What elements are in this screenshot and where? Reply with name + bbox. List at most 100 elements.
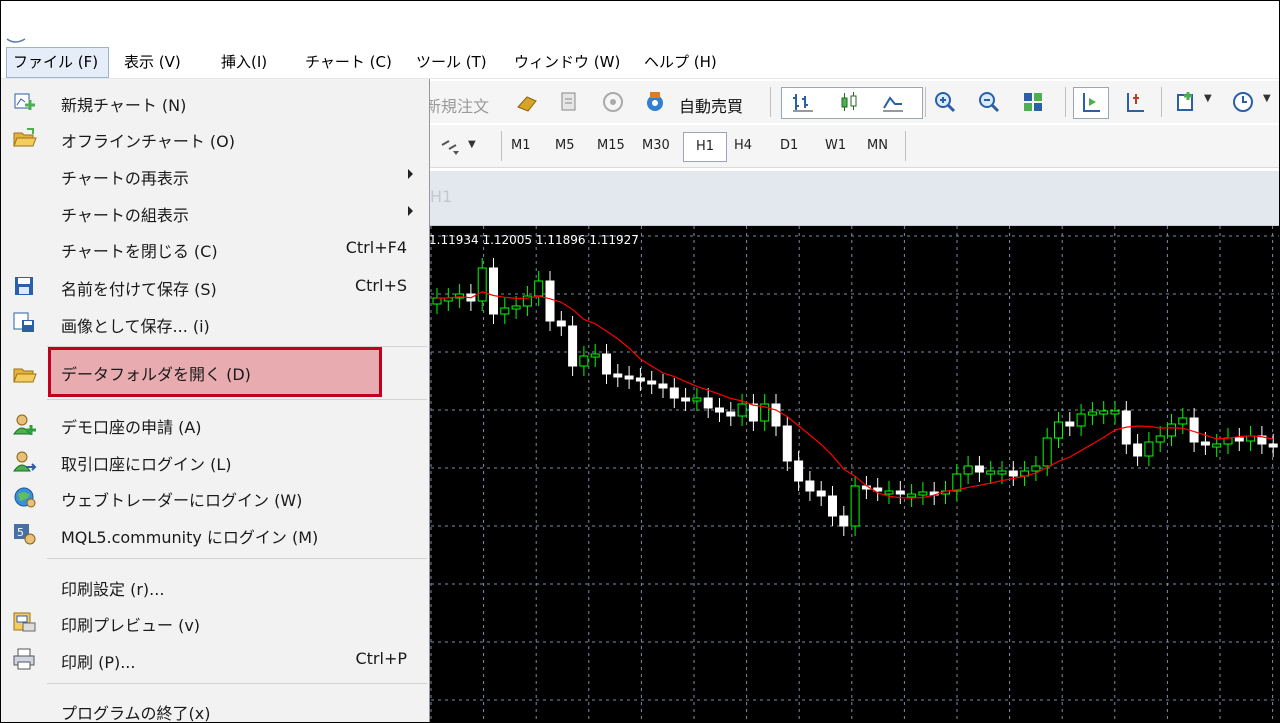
auto-trade-button[interactable]: 自動売買 — [679, 93, 743, 117]
objects-icon[interactable] — [439, 135, 463, 159]
timeframe-m1[interactable]: M1 — [507, 132, 535, 160]
candle-body — [1054, 421, 1063, 439]
candle-body — [1178, 417, 1188, 425]
timeframe-w1[interactable]: W1 — [821, 132, 850, 160]
candle-body — [703, 397, 713, 409]
toolbar-separator — [1065, 87, 1066, 117]
line-chart-icon[interactable] — [881, 90, 905, 114]
menu-item-close-chart[interactable]: チャートを閉じる (C) Ctrl+F4 — [1, 229, 429, 266]
menu-item-login-trade-account[interactable]: 取引口座にログイン (L) — [1, 442, 429, 479]
menu-item-save-image[interactable]: 画像として保存... (i) — [1, 304, 429, 341]
svg-text:5: 5 — [17, 526, 24, 539]
bar-chart-icon[interactable] — [791, 90, 815, 114]
candle-body — [692, 397, 702, 402]
menu-separator — [47, 558, 427, 559]
candle-body — [647, 380, 657, 385]
candle-body — [1268, 443, 1278, 448]
menu-item-label: 印刷プレビュー (v) — [61, 616, 201, 635]
print-preview-icon — [13, 612, 36, 632]
candle-body — [726, 411, 736, 417]
gold-bar-icon[interactable] — [515, 90, 539, 114]
candlestick-chart-icon[interactable] — [837, 90, 861, 114]
menu-item-label: 新規チャート (N) — [61, 96, 187, 115]
menu-item-label: データフォルダを開く (D) — [61, 365, 251, 384]
menu-help[interactable]: ヘルプ (H) — [638, 47, 723, 78]
menu-item-label: チャートの再表示 — [61, 169, 189, 188]
candle-body — [839, 515, 849, 527]
menu-tools[interactable]: ツール (T) — [410, 47, 493, 78]
candle-body — [1246, 435, 1256, 442]
candle-body — [816, 490, 826, 497]
menu-chart[interactable]: チャート (C) — [299, 47, 398, 78]
submenu-arrow-icon — [408, 169, 413, 179]
candle-body — [500, 307, 510, 315]
timeframe-d1[interactable]: D1 — [776, 132, 802, 160]
timeframe-m5[interactable]: M5 — [551, 132, 579, 160]
menu-item-demo-account[interactable]: デモ口座の申請 (A) — [1, 405, 429, 442]
menu-item-print-setup[interactable]: 印刷設定 (r)... — [1, 567, 429, 604]
menu-item-chart-redisplay[interactable]: チャートの再表示 — [1, 156, 429, 193]
new-order-button[interactable]: 新規注文 — [425, 93, 489, 117]
menu-item-label: ウェブトレーダーにログイン (W) — [61, 491, 303, 510]
candle-body — [794, 460, 804, 482]
menu-item-print-preview[interactable]: 印刷プレビュー (v) — [1, 603, 429, 640]
candle-body — [805, 480, 815, 492]
ohlc-readout: 1.11934 1.12005 1.11896 1.11927 — [429, 233, 639, 247]
toolbar-separator — [925, 87, 926, 117]
menu-item-login-webtrader[interactable]: ウェブトレーダーにログイン (W) — [1, 478, 429, 515]
menu-item-label: 名前を付けて保存 (S) — [61, 280, 217, 299]
highlight-box-open-data-folder[interactable]: データフォルダを開く (D) — [48, 347, 382, 397]
candle-body — [918, 491, 928, 496]
menu-item-offline-chart[interactable]: オフラインチャート (O) — [1, 119, 429, 156]
candle-body — [669, 387, 679, 399]
auto-trade-icon[interactable] — [643, 89, 667, 113]
tile-windows-icon[interactable] — [1021, 90, 1045, 114]
chevron-down-icon[interactable]: ▼ — [1204, 93, 1212, 104]
menu-item-label: プログラムの終了(x) — [61, 704, 211, 723]
menu-separator — [47, 683, 427, 684]
menu-item-shortcut: Ctrl+P — [355, 649, 407, 668]
timeframe-h4[interactable]: H4 — [730, 132, 756, 160]
timeframe-m30[interactable]: M30 — [638, 132, 674, 160]
menu-file[interactable]: ファイル (F) — [6, 47, 109, 78]
menu-item-print[interactable]: 印刷 (P)... Ctrl+P — [1, 640, 429, 677]
menu-window[interactable]: ウィンドウ (W) — [508, 47, 626, 78]
candle-body — [1189, 417, 1199, 443]
candle-body — [907, 493, 917, 498]
menu-item-exit[interactable]: プログラムの終了(x) — [1, 691, 429, 723]
menu-view[interactable]: 表示 (V) — [118, 47, 187, 78]
menu-item-new-chart[interactable]: 新規チャート (N) — [1, 83, 429, 120]
menu-item-save-as[interactable]: 名前を付けて保存 (S) Ctrl+S — [1, 267, 429, 304]
chart-shift-icon[interactable] — [1123, 90, 1147, 114]
candle-body — [511, 305, 521, 310]
zoom-out-icon[interactable] — [977, 90, 1001, 114]
candle-body — [1087, 411, 1097, 416]
menu-separator — [47, 399, 427, 400]
timeframe-mn[interactable]: MN — [863, 132, 892, 160]
menu-item-login-mql5[interactable]: 5 MQL5.community にログイン (M) — [1, 515, 429, 552]
periods-clock-icon[interactable] — [1231, 90, 1255, 114]
chart-window-label: H1 — [430, 187, 453, 206]
timeframe-m15[interactable]: M15 — [593, 132, 629, 160]
signal-icon[interactable] — [601, 90, 625, 114]
menu-item-label: 取引口座にログイン (L) — [61, 455, 232, 474]
toolbar-separator — [770, 87, 771, 117]
toolbar-separator — [501, 131, 502, 161]
menu-item-label: 印刷 (P)... — [61, 653, 136, 672]
indicators-icon[interactable] — [1175, 90, 1199, 114]
folder-icon — [13, 368, 37, 383]
menu-item-shortcut: Ctrl+F4 — [345, 238, 407, 257]
history-icon[interactable] — [557, 90, 581, 114]
candle-body — [602, 353, 611, 375]
open-folder-icon — [13, 128, 37, 147]
timeframe-h1[interactable]: H1 — [683, 132, 727, 162]
candle-body — [771, 403, 781, 427]
zoom-in-icon[interactable] — [933, 90, 957, 114]
candle-body — [782, 425, 792, 462]
chevron-down-icon[interactable]: ▼ — [1263, 93, 1271, 104]
candle-body — [658, 383, 668, 389]
menu-item-chart-set[interactable]: チャートの組表示 — [1, 193, 429, 230]
auto-scroll-icon[interactable] — [1079, 90, 1103, 114]
chevron-down-icon[interactable]: ▼ — [468, 139, 476, 150]
menu-insert[interactable]: 挿入(I) — [215, 47, 273, 78]
